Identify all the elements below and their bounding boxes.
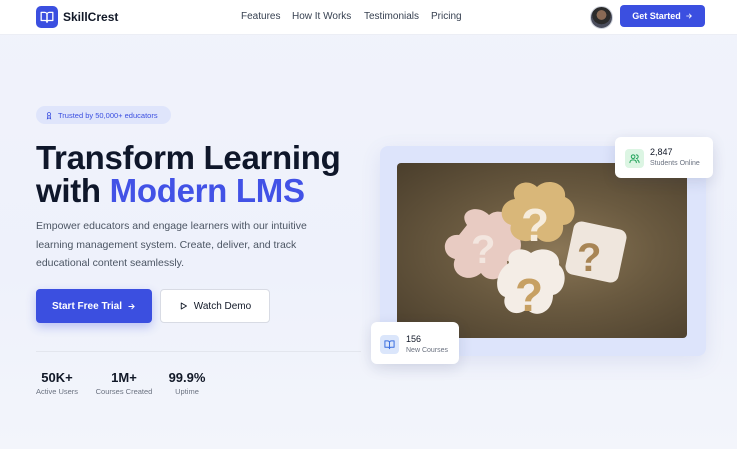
new-courses-label: New Courses xyxy=(406,347,449,354)
arrow-right-icon xyxy=(128,303,135,309)
nav-link-pricing[interactable]: Pricing xyxy=(431,11,462,22)
user-avatar[interactable] xyxy=(590,6,613,29)
new-courses-value: 156 xyxy=(406,334,422,344)
svg-text:?: ? xyxy=(577,236,601,280)
students-online-value: 2,847 xyxy=(650,147,673,157)
arrow-right-icon xyxy=(685,13,692,19)
trust-badge-text: Trusted by 50,000+ educators xyxy=(58,110,158,120)
brand-name[interactable]: SkillCrest xyxy=(63,10,118,24)
svg-text:?: ? xyxy=(521,199,549,251)
students-online-card: 2,847 Students Online xyxy=(615,137,713,178)
hero-subtitle: Empower educators and engage learners wi… xyxy=(36,220,307,269)
play-icon xyxy=(180,302,187,310)
trust-badge: Trusted by 50,000+ educators xyxy=(36,106,171,124)
start-free-trial-button[interactable]: Start Free Trial xyxy=(36,289,152,323)
stat-label-active-users: Active Users xyxy=(35,387,79,396)
students-online-label: Students Online xyxy=(650,160,700,167)
hero-title-plain: with xyxy=(36,172,101,209)
get-started-label: Get Started xyxy=(632,11,681,21)
stat-label-courses-created: Courses Created xyxy=(95,387,153,396)
stat-value-uptime: 99.9% xyxy=(168,370,206,385)
hero-image-question-marks: ? ? ? ? xyxy=(397,163,687,338)
stat-value-active-users: 50K+ xyxy=(41,370,73,385)
hero-title-accent: Modern LMS xyxy=(109,172,305,209)
nav-link-how-it-works[interactable]: How It Works xyxy=(292,11,351,22)
stat-label-uptime: Uptime xyxy=(175,387,199,396)
watch-demo-label: Watch Demo xyxy=(193,300,252,312)
watch-demo-button[interactable]: Watch Demo xyxy=(160,289,270,323)
top-navbar: SkillCrest Features How It Works Testimo… xyxy=(0,0,737,35)
users-icon xyxy=(625,149,644,168)
logo-book-icon[interactable] xyxy=(36,6,58,28)
book-icon xyxy=(380,335,399,354)
nav-link-testimonials[interactable]: Testimonials xyxy=(364,11,419,22)
stats-divider xyxy=(36,351,361,352)
new-courses-card: 156 New Courses xyxy=(371,322,459,364)
svg-text:?: ? xyxy=(515,269,543,321)
award-icon xyxy=(46,111,52,120)
start-free-trial-label: Start Free Trial xyxy=(51,300,123,312)
stat-value-courses-created: 1M+ xyxy=(111,370,137,385)
get-started-button[interactable]: Get Started xyxy=(620,5,705,27)
svg-text:?: ? xyxy=(471,228,495,272)
nav-link-features[interactable]: Features xyxy=(241,11,280,22)
hero-title-line-2: with Modern LMS xyxy=(36,172,305,210)
